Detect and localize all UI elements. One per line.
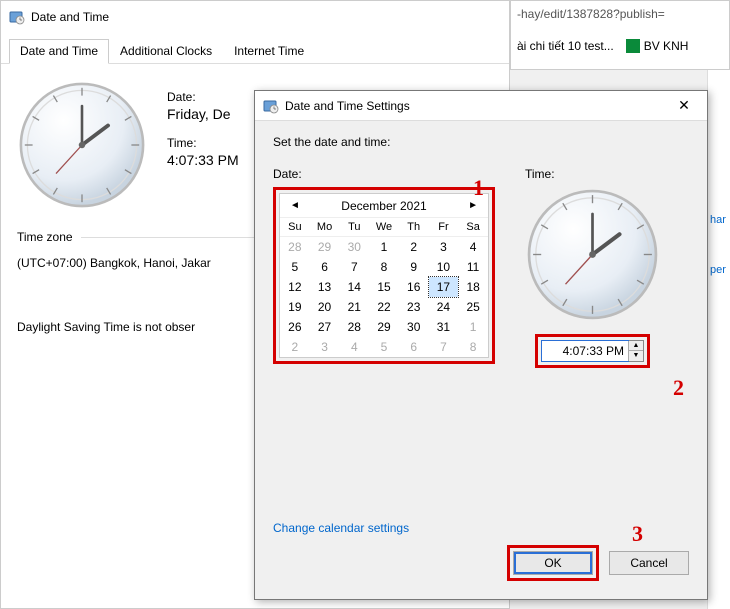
instruction-text: Set the date and time: <box>273 135 689 149</box>
time-input[interactable] <box>542 341 628 361</box>
calendar-day[interactable]: 28 <box>280 237 310 257</box>
calendar-day[interactable]: 26 <box>280 317 310 337</box>
calendar-day[interactable]: 7 <box>429 337 459 357</box>
time-down-button[interactable]: ▼ <box>629 351 643 361</box>
annotation-3: 3 <box>632 521 643 547</box>
link-fragment[interactable]: har <box>708 210 730 230</box>
calendar-dow: Sa <box>458 217 488 237</box>
timezone-label: Time zone <box>17 230 73 244</box>
calendar-day[interactable]: 10 <box>429 257 459 277</box>
calendar-day[interactable]: 5 <box>369 337 399 357</box>
calendar-day[interactable]: 20 <box>310 297 340 317</box>
time-input-highlight: ▲ ▼ <box>535 334 650 368</box>
calendar-day[interactable]: 19 <box>280 297 310 317</box>
analog-clock <box>525 187 660 322</box>
calendar-dow: Fr <box>429 217 459 237</box>
calendar-day[interactable]: 16 <box>399 277 429 297</box>
annotation-2: 2 <box>673 375 684 401</box>
browser-fragment: -hay/edit/1387828?publish= ài chi tiết 1… <box>510 0 730 70</box>
calendar-day[interactable]: 15 <box>369 277 399 297</box>
calendar-day[interactable]: 8 <box>369 257 399 277</box>
calendar-day[interactable]: 2 <box>399 237 429 257</box>
dialog-titlebar[interactable]: Date and Time Settings ✕ <box>255 91 707 121</box>
window-titlebar[interactable]: Date and Time <box>1 1 509 33</box>
prev-month-button[interactable]: ◄ <box>286 198 304 213</box>
calendar-day[interactable]: 2 <box>280 337 310 357</box>
tab-date-time[interactable]: Date and Time <box>9 39 109 64</box>
control-panel-icon <box>263 98 279 114</box>
calendar-day[interactable]: 12 <box>280 277 310 297</box>
calendar-day[interactable]: 4 <box>458 237 488 257</box>
calendar-day[interactable]: 23 <box>399 297 429 317</box>
calendar-day[interactable]: 30 <box>339 237 369 257</box>
analog-clock <box>17 80 147 210</box>
calendar-day[interactable]: 31 <box>429 317 459 337</box>
calendar-day[interactable]: 11 <box>458 257 488 277</box>
tab-additional-clocks[interactable]: Additional Clocks <box>109 39 223 63</box>
calendar-day[interactable]: 30 <box>399 317 429 337</box>
link-fragment[interactable]: per <box>708 260 730 280</box>
calendar-day[interactable]: 1 <box>369 237 399 257</box>
tab-internet-time[interactable]: Internet Time <box>223 39 315 63</box>
date-time-settings-dialog: Date and Time Settings ✕ Set the date an… <box>254 90 708 600</box>
change-calendar-settings-link[interactable]: Change calendar settings <box>273 521 409 535</box>
month-year-label[interactable]: December 2021 <box>341 199 426 213</box>
calendar-dow: Tu <box>339 217 369 237</box>
cancel-button[interactable]: Cancel <box>609 551 689 575</box>
calendar-day[interactable]: 27 <box>310 317 340 337</box>
calendar-day[interactable]: 9 <box>399 257 429 277</box>
page-edge: har per <box>707 70 730 609</box>
calendar-day[interactable]: 29 <box>369 317 399 337</box>
date-label: Date: <box>273 167 495 181</box>
calendar-day[interactable]: 3 <box>429 237 459 257</box>
calendar-day[interactable]: 3 <box>310 337 340 357</box>
ok-button[interactable]: OK <box>513 551 593 575</box>
sheets-icon <box>626 39 640 53</box>
calendar-dow: Mo <box>310 217 340 237</box>
calendar-dow: We <box>369 217 399 237</box>
calendar-day[interactable]: 17 <box>429 277 459 297</box>
tab-strip: Date and Time Additional Clocks Internet… <box>1 33 509 64</box>
close-button[interactable]: ✕ <box>669 97 699 114</box>
calendar-day[interactable]: 6 <box>399 337 429 357</box>
time-up-button[interactable]: ▲ <box>629 341 643 351</box>
calendar-day[interactable]: 28 <box>339 317 369 337</box>
calendar-day[interactable]: 5 <box>280 257 310 277</box>
calendar-day[interactable]: 6 <box>310 257 340 277</box>
address-bar-fragment[interactable]: -hay/edit/1387828?publish= <box>517 7 723 21</box>
calendar-day[interactable]: 14 <box>339 277 369 297</box>
calendar-day[interactable]: 29 <box>310 237 340 257</box>
calendar-day[interactable]: 25 <box>458 297 488 317</box>
calendar-day[interactable]: 24 <box>429 297 459 317</box>
dialog-title: Date and Time Settings <box>285 99 669 113</box>
bookmark-item[interactable]: ài chi tiết 10 test... <box>517 39 614 53</box>
calendar-day[interactable]: 7 <box>339 257 369 277</box>
calendar-day[interactable]: 4 <box>339 337 369 357</box>
calendar-day[interactable]: 18 <box>458 277 488 297</box>
bookmark-item[interactable]: BV KNH <box>626 39 689 53</box>
annotation-1: 1 <box>473 175 484 201</box>
control-panel-icon <box>9 9 25 25</box>
calendar-day[interactable]: 8 <box>458 337 488 357</box>
calendar-day[interactable]: 13 <box>310 277 340 297</box>
time-label: Time: <box>525 167 555 181</box>
calendar-highlight: ◄ December 2021 ► SuMoTuWeThFrSa 2829301… <box>273 187 495 364</box>
calendar-day[interactable]: 22 <box>369 297 399 317</box>
time-spinner[interactable]: ▲ ▼ <box>541 340 644 362</box>
calendar-day[interactable]: 21 <box>339 297 369 317</box>
window-title: Date and Time <box>31 10 109 24</box>
calendar: ◄ December 2021 ► SuMoTuWeThFrSa 2829301… <box>279 193 489 358</box>
calendar-dow: Su <box>280 217 310 237</box>
calendar-day[interactable]: 1 <box>458 317 488 337</box>
ok-button-highlight: OK <box>507 545 599 581</box>
calendar-dow: Th <box>399 217 429 237</box>
